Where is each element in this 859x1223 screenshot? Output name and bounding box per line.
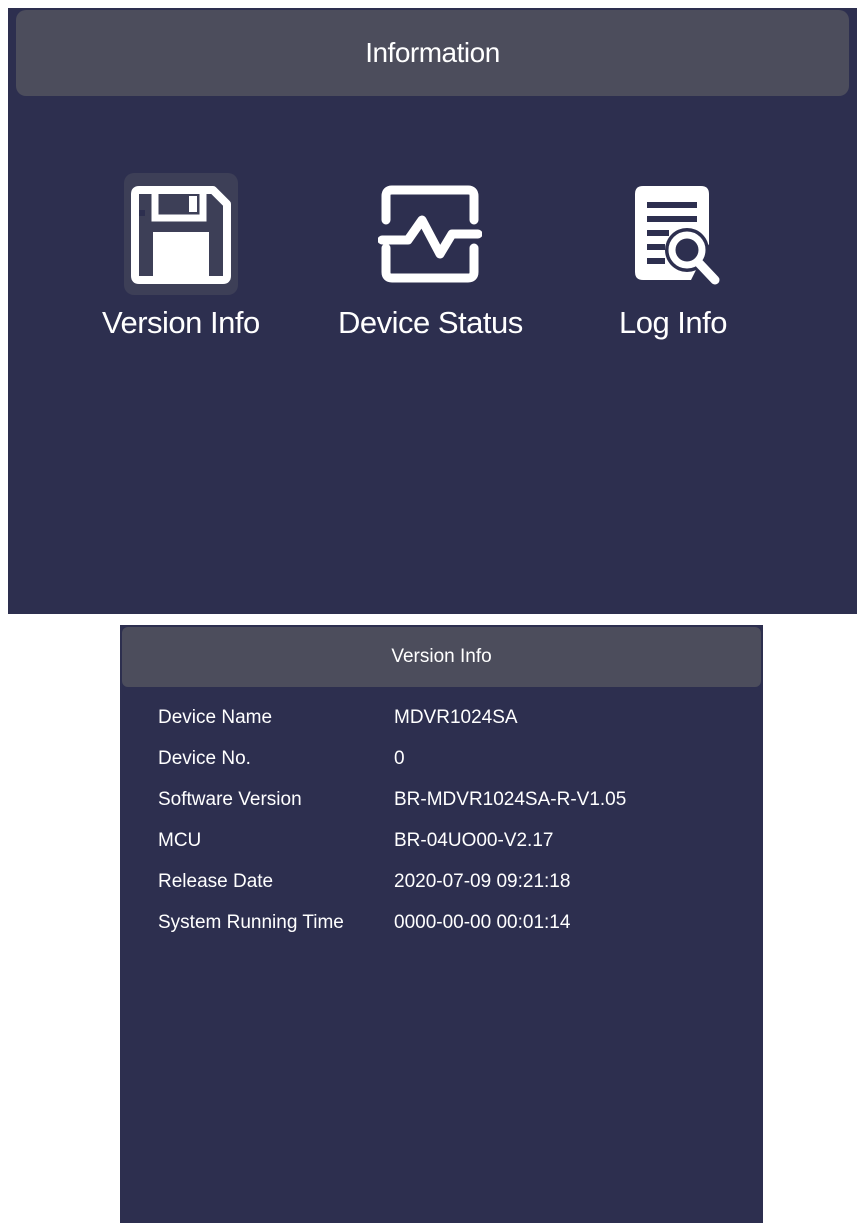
document-search-icon — [616, 173, 730, 295]
menu-item-label: Log Info — [618, 305, 728, 340]
info-value: 0 — [394, 748, 405, 769]
info-value: MDVR1024SA — [394, 707, 518, 728]
information-title: Information — [16, 10, 849, 96]
info-key: Device No. — [158, 748, 251, 769]
info-row-mcu: MCU BR-04UO00-V2.17 — [158, 830, 626, 871]
info-row-device-name: Device Name MDVR1024SA — [158, 707, 626, 748]
info-value: BR-04UO00-V2.17 — [394, 830, 554, 851]
info-key: Release Date — [158, 871, 274, 892]
info-row-device-no: Device No. 0 — [158, 748, 626, 789]
info-value: 0000-00-00 00:01:14 — [394, 912, 571, 933]
info-key: Software Version — [158, 789, 302, 810]
info-key: Device Name — [158, 707, 273, 728]
info-row-system-running-time: System Running Time 0000-00-00 00:01:14 — [158, 912, 626, 953]
info-key: System Running Time — [158, 912, 344, 933]
menu-item-label: Device Status — [338, 305, 523, 340]
menu-item-device-status[interactable]: Device Status — [338, 173, 523, 341]
floppy-disk-icon — [123, 173, 238, 295]
info-row-release-date: Release Date 2020-07-09 09:21:18 — [158, 871, 626, 912]
version-info-panel: Version Info Device Name MDVR1024SA Devi… — [120, 625, 763, 1223]
version-info-table: Device Name MDVR1024SA Device No. 0 Soft… — [158, 707, 626, 953]
info-value: 2020-07-09 09:21:18 — [394, 871, 571, 892]
info-row-software-version: Software Version BR-MDVR1024SA-R-V1.05 — [158, 789, 626, 830]
pulse-monitor-icon — [373, 173, 487, 295]
menu-item-log-info[interactable]: Log Info — [616, 173, 730, 341]
menu-item-label: Version Info — [102, 305, 260, 340]
information-panel: Information Version Info Device Status L… — [8, 8, 857, 614]
version-info-title: Version Info — [122, 627, 761, 687]
info-value: BR-MDVR1024SA-R-V1.05 — [394, 789, 627, 810]
info-key: MCU — [158, 830, 202, 851]
menu-item-version-info[interactable]: Version Info — [102, 173, 260, 341]
